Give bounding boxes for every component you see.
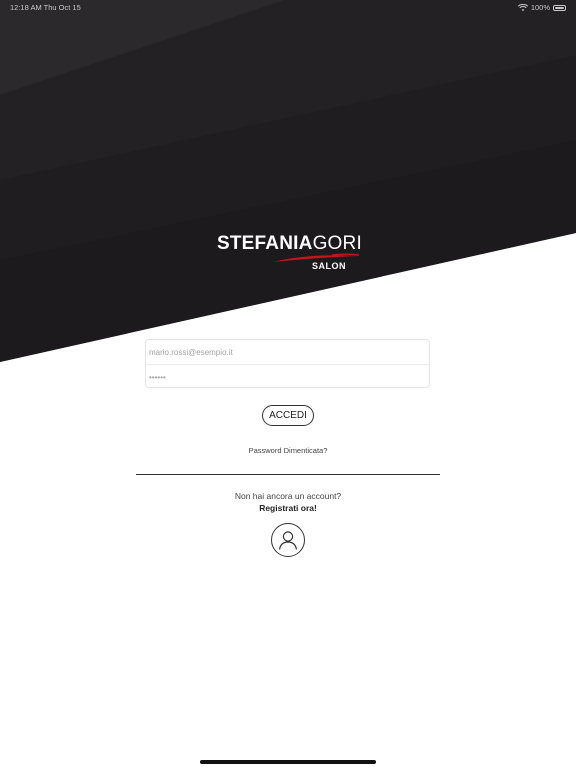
brand-logo: STEFANIAGORI SALON [217, 233, 362, 273]
status-bar: 12:18 AM Thu Oct 15 100% [0, 0, 576, 14]
home-indicator[interactable] [200, 760, 376, 764]
logo-part1: STEFANIA [217, 233, 313, 254]
battery-icon [553, 4, 566, 11]
login-button[interactable]: ACCEDI [262, 405, 314, 426]
section-divider [136, 474, 440, 475]
status-time: 12:18 AM [10, 3, 42, 12]
register-user-button[interactable] [271, 523, 305, 557]
register-link[interactable]: Registrati ora! [0, 503, 576, 513]
logo-part2: GORI [312, 233, 362, 254]
user-icon [278, 531, 298, 550]
status-date: Thu Oct 15 [43, 3, 81, 12]
battery-percent: 100% [530, 3, 550, 12]
login-form [145, 339, 430, 389]
logo-subtitle: SALON [312, 261, 346, 271]
forgot-password-link[interactable]: Password Dimenticata? [0, 446, 576, 455]
password-field[interactable] [146, 365, 429, 389]
status-indicators: 100% [517, 3, 566, 12]
email-field[interactable] [146, 340, 429, 364]
status-time-date: 12:18 AM Thu Oct 15 [10, 3, 81, 12]
wifi-icon [517, 3, 528, 11]
no-account-text: Non hai ancora un account? [234, 491, 342, 501]
